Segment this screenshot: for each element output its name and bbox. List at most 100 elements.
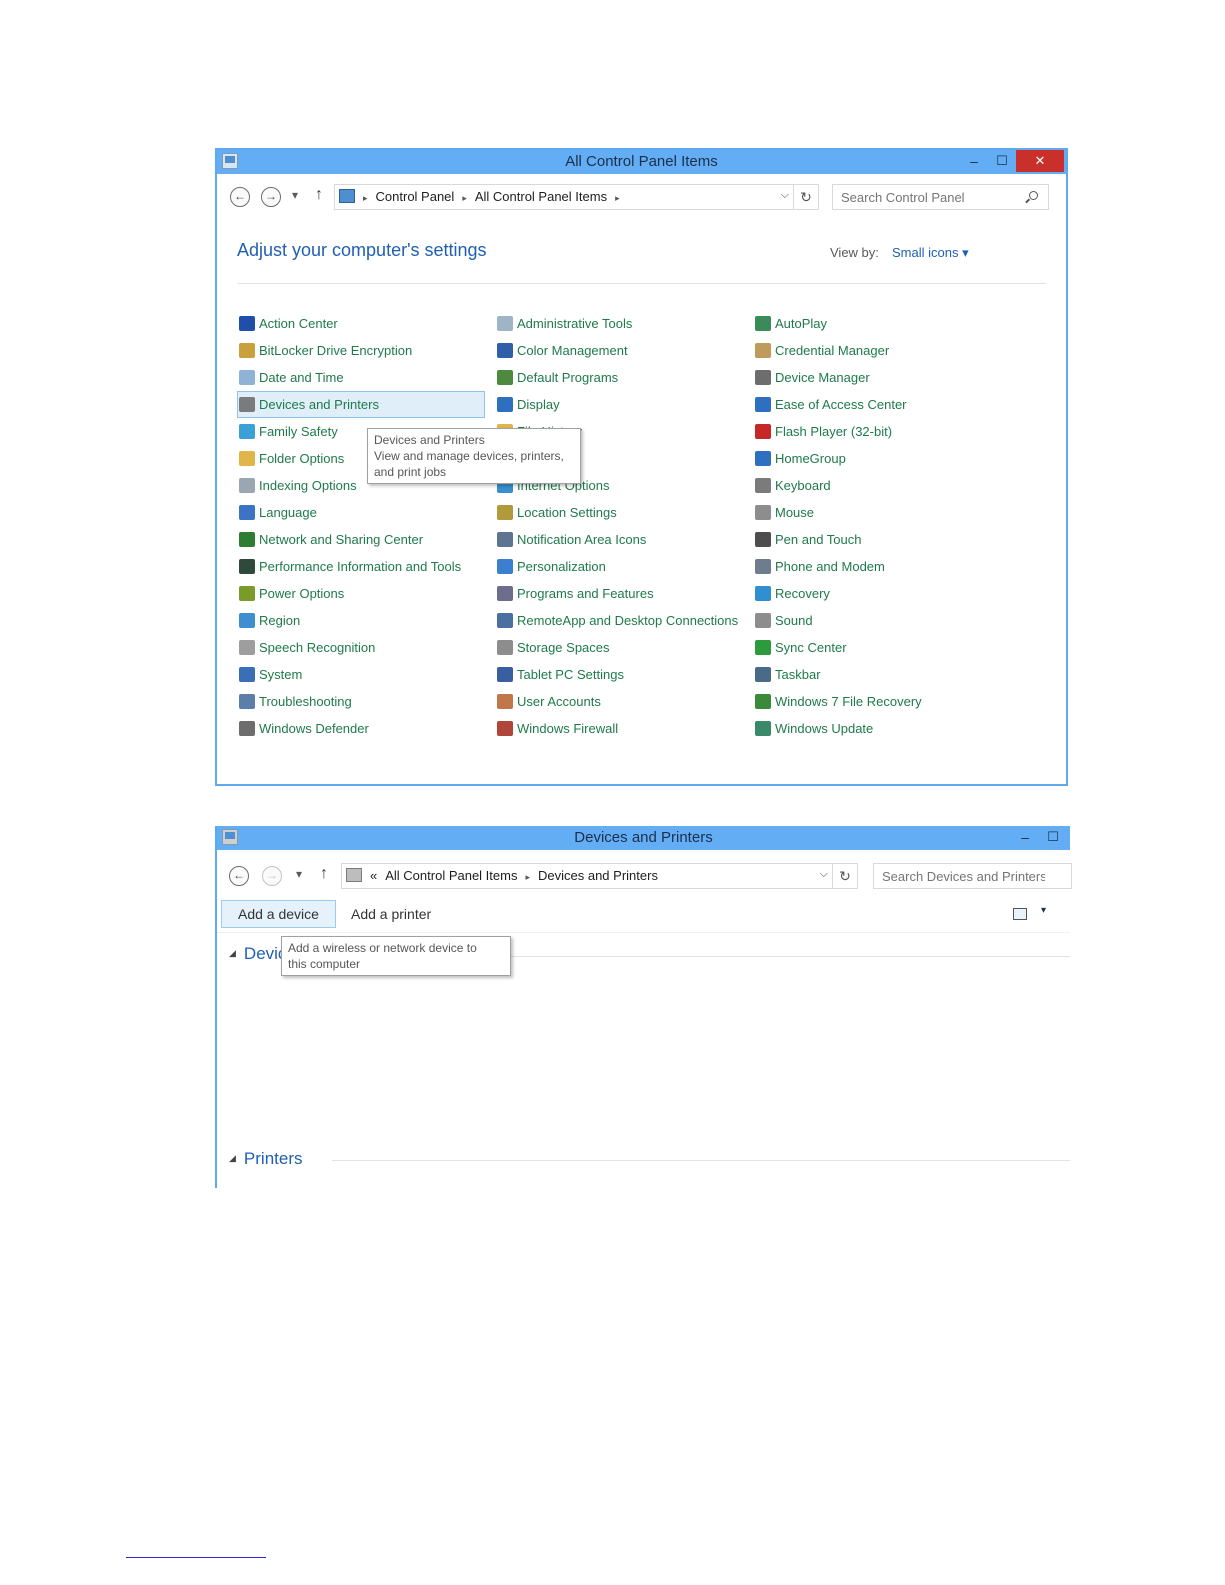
control-panel-item[interactable]: Administrative Tools (495, 310, 743, 337)
language-icon (239, 505, 255, 520)
sync-icon (755, 640, 771, 655)
control-panel-item[interactable]: Action Center (237, 310, 485, 337)
control-panel-item[interactable]: Notification Area Icons (495, 526, 743, 553)
collapse-icon[interactable]: ◢ (229, 1153, 236, 1163)
up-button[interactable]: ↑ (315, 186, 323, 204)
recent-locations-dropdown[interactable]: ▾ (292, 188, 298, 202)
control-panel-item[interactable]: Device Manager (753, 364, 1001, 391)
control-panel-item[interactable]: Phone and Modem (753, 553, 1001, 580)
programs-icon (497, 586, 513, 601)
refresh-button[interactable]: ↻ (793, 184, 819, 210)
control-panel-item[interactable]: Keyboard (753, 472, 1001, 499)
mouse-icon (755, 505, 771, 520)
control-panel-item[interactable]: Pen and Touch (753, 526, 1001, 553)
collapse-icon[interactable]: ◢ (229, 948, 236, 958)
window-title: All Control Panel Items (565, 153, 718, 170)
title-bar[interactable]: All Control Panel Items – ☐ ✕ (217, 150, 1066, 174)
control-panel-item[interactable]: Date and Time (237, 364, 485, 391)
control-panel-item[interactable]: Recovery (753, 580, 1001, 607)
add-device-tooltip: Add a wireless or network device to this… (281, 936, 511, 976)
control-panel-item[interactable]: RemoteApp and Desktop Connections (495, 607, 743, 634)
printers-group-label: Printers (243, 1149, 303, 1168)
forward-button[interactable]: → (261, 187, 281, 207)
control-panel-item[interactable]: Region (237, 607, 485, 634)
control-panel-item[interactable]: Sound (753, 607, 1001, 634)
search-input[interactable] (832, 184, 1049, 210)
view-options-dropdown[interactable]: ▾ (1041, 905, 1046, 916)
item-label: Color Management (517, 343, 628, 358)
address-dropdown-icon[interactable]: ⌵ (781, 189, 789, 202)
control-panel-item[interactable]: Mouse (753, 499, 1001, 526)
printers-group-header[interactable]: ◢ Printers (229, 1149, 303, 1169)
control-panel-item[interactable]: Display (495, 391, 743, 418)
recent-locations-dropdown[interactable]: ▾ (296, 867, 302, 881)
control-panel-item[interactable]: Tablet PC Settings (495, 661, 743, 688)
breadcrumb-separator[interactable]: ▸ (615, 193, 620, 203)
control-panel-item[interactable]: Devices and Printers (237, 391, 485, 418)
control-panel-item[interactable]: AutoPlay (753, 310, 1001, 337)
address-bar[interactable]: ▸ Control Panel ▸ All Control Panel Items ▸ … (334, 184, 794, 210)
back-button[interactable]: ← (229, 866, 249, 886)
breadcrumb-overflow[interactable]: « (370, 868, 377, 883)
control-panel-item[interactable]: Windows Firewall (495, 715, 743, 742)
control-panel-item[interactable]: Storage Spaces (495, 634, 743, 661)
control-panel-item[interactable]: BitLocker Drive Encryption (237, 337, 485, 364)
add-device-button[interactable]: Add a device (221, 900, 336, 928)
control-panel-item[interactable]: Language (237, 499, 485, 526)
control-panel-item[interactable]: Programs and Features (495, 580, 743, 607)
refresh-button[interactable]: ↻ (832, 863, 858, 889)
breadcrumb-control-panel[interactable]: Control Panel (376, 189, 455, 204)
breadcrumb-devices-and-printers[interactable]: Devices and Printers (538, 868, 658, 883)
close-button[interactable]: ✕ (1016, 150, 1064, 172)
control-panel-item[interactable]: Flash Player (32-bit) (753, 418, 1001, 445)
control-panel-item[interactable]: Power Options (237, 580, 485, 607)
control-panel-item[interactable]: User Accounts (495, 688, 743, 715)
maximize-button[interactable]: ☐ (989, 150, 1015, 172)
breadcrumb-separator[interactable]: ▸ (525, 872, 530, 882)
homegroup-icon (755, 451, 771, 466)
breadcrumb-separator[interactable]: ▸ (363, 193, 368, 203)
change-view-icon[interactable] (1013, 908, 1027, 920)
breadcrumb-separator[interactable]: ▸ (462, 193, 467, 203)
add-printer-button[interactable]: Add a printer (335, 900, 447, 928)
title-bar[interactable]: Devices and Printers – ☐ (217, 826, 1070, 850)
breadcrumb-all-items[interactable]: All Control Panel Items (475, 189, 607, 204)
control-panel-item[interactable]: Windows 7 File Recovery (753, 688, 1001, 715)
page-title: Adjust your computer's settings (237, 240, 487, 260)
control-panel-item[interactable]: Windows Defender (237, 715, 485, 742)
view-by-dropdown[interactable]: Small icons ▾ (892, 245, 969, 261)
minimize-button[interactable]: – (961, 150, 987, 172)
control-panel-item[interactable]: Troubleshooting (237, 688, 485, 715)
item-label: Windows Firewall (517, 721, 619, 736)
control-panel-item[interactable]: System (237, 661, 485, 688)
printer-icon (239, 397, 255, 412)
control-panel-item[interactable]: Windows Update (753, 715, 1001, 742)
control-panel-item[interactable]: Performance Information and Tools (237, 553, 485, 580)
control-panel-item[interactable]: Default Programs (495, 364, 743, 391)
bitlocker-icon (239, 343, 255, 358)
breadcrumb-all-items[interactable]: All Control Panel Items (385, 868, 517, 883)
control-panel-item[interactable]: Network and Sharing Center (237, 526, 485, 553)
control-panel-item[interactable]: Color Management (495, 337, 743, 364)
microphone-icon (239, 640, 255, 655)
address-dropdown-icon[interactable]: ⌵ (820, 868, 828, 881)
back-button[interactable]: ← (230, 187, 250, 207)
minimize-button[interactable]: – (1012, 826, 1038, 848)
up-button[interactable]: ↑ (320, 865, 328, 883)
maximize-button[interactable]: ☐ (1040, 826, 1066, 848)
control-panel-item[interactable]: Credential Manager (753, 337, 1001, 364)
search-icon[interactable] (1029, 191, 1038, 200)
control-panel-item[interactable]: Speech Recognition (237, 634, 485, 661)
phone-modem-icon (755, 559, 771, 574)
item-label: Default Programs (517, 370, 619, 385)
control-panel-item[interactable]: Ease of Access Center (753, 391, 1001, 418)
address-bar[interactable]: « All Control Panel Items ▸ Devices and Pri… (341, 863, 833, 889)
control-panel-item[interactable]: Taskbar (753, 661, 1001, 688)
control-panel-item[interactable]: Location Settings (495, 499, 743, 526)
control-panel-item[interactable]: Sync Center (753, 634, 1001, 661)
search-input[interactable] (873, 863, 1072, 889)
item-label: Performance Information and Tools (259, 559, 462, 574)
forward-button[interactable]: → (262, 866, 282, 886)
control-panel-item[interactable]: Personalization (495, 553, 743, 580)
control-panel-item[interactable]: HomeGroup (753, 445, 1001, 472)
